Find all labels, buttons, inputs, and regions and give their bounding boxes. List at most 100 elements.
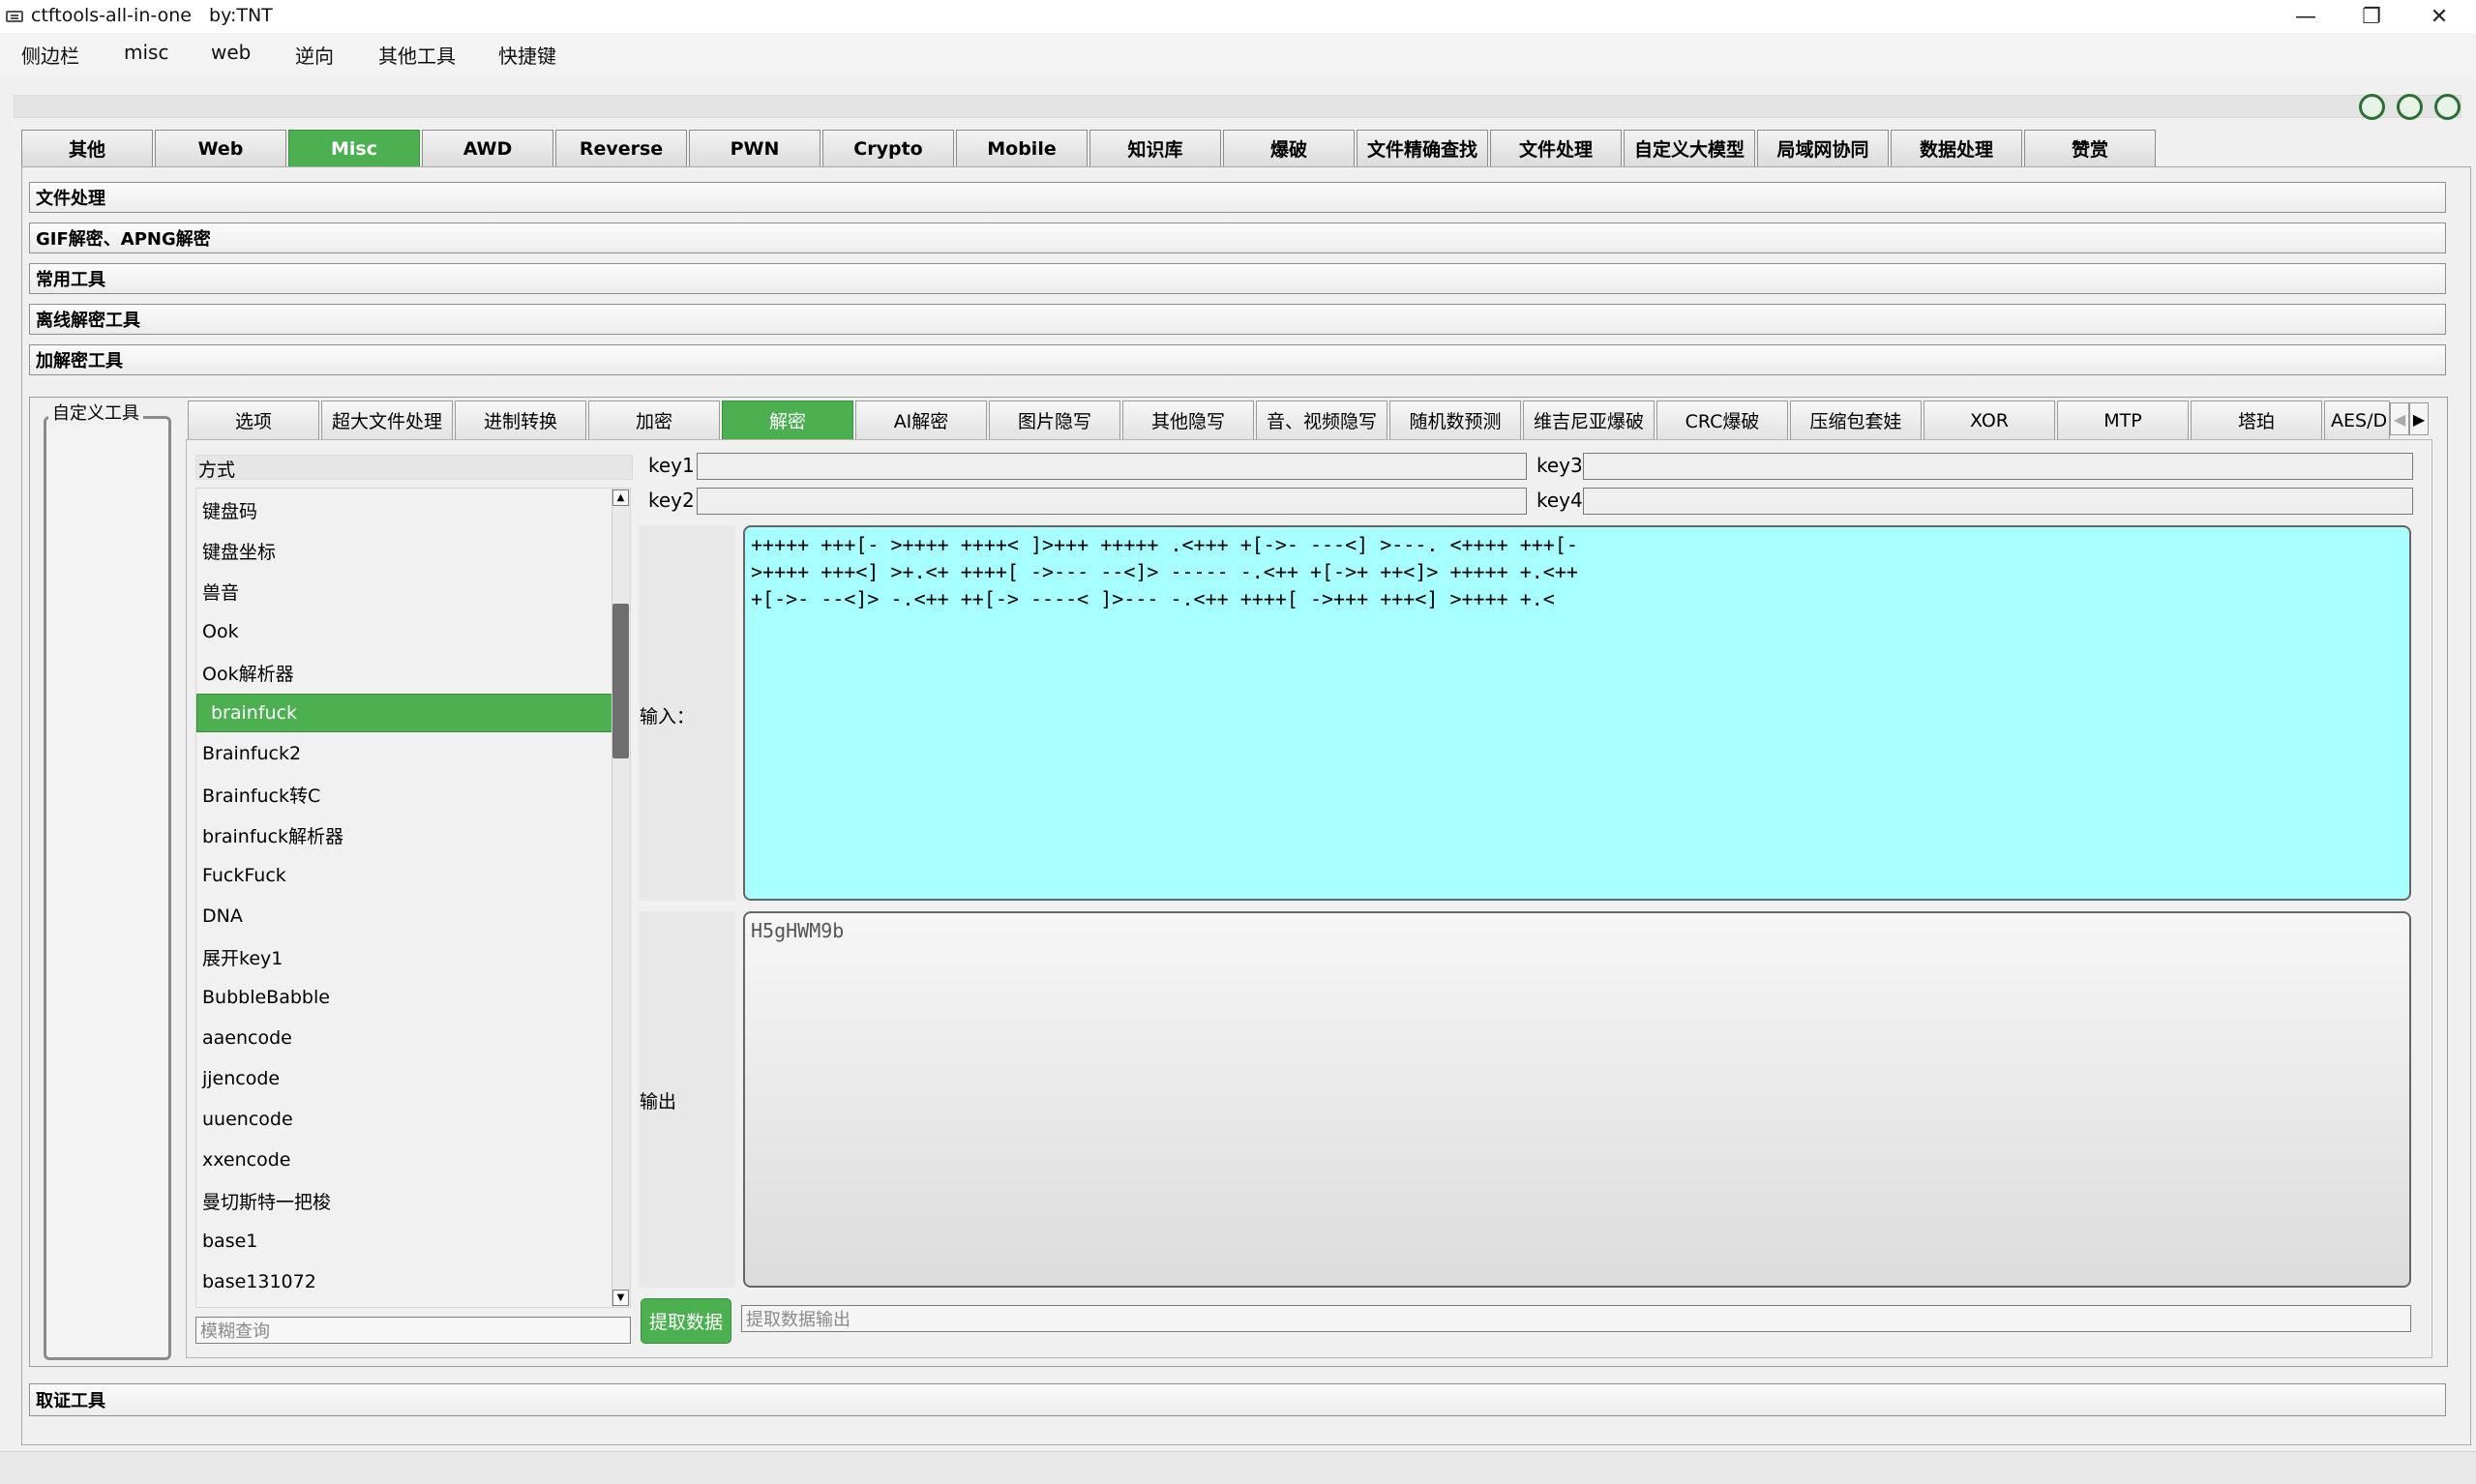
scroll-thumb[interactable] [612, 604, 629, 758]
key3-label: key3 [1536, 454, 1583, 477]
close-button[interactable]: ✕ [2406, 0, 2472, 33]
subtab-vigenere-brute[interactable]: 维吉尼亚爆破 [1523, 401, 1655, 439]
menu-reverse[interactable]: 逆向 [295, 41, 334, 69]
scroll-down-icon[interactable]: ▼ [612, 1290, 629, 1306]
tab-custom-llm[interactable]: 自定义大模型 [1624, 130, 1755, 166]
custom-tools-sidebar [44, 416, 171, 1360]
subtab-xor[interactable]: XOR [1924, 401, 2055, 439]
tab-crypto[interactable]: Crypto [822, 130, 954, 166]
section-encrypt-decrypt[interactable]: 加解密工具 [29, 344, 2446, 375]
subtab-decrypt[interactable]: 解密 [722, 401, 853, 439]
subtab-crc-brute[interactable]: CRC爆破 [1656, 401, 1788, 439]
list-item[interactable]: jjencode [196, 1059, 612, 1098]
output-textarea[interactable]: H5gHWM9b [743, 911, 2411, 1288]
scroll-up-icon[interactable]: ▲ [612, 490, 629, 506]
toolbar-strip [14, 95, 2461, 118]
method-header: 方式 [195, 455, 633, 481]
key4-input[interactable] [1583, 488, 2413, 515]
tab-scroll-right-icon[interactable]: ▶ [2409, 402, 2429, 435]
key2-label: key2 [648, 489, 695, 512]
section-file-processing[interactable]: 文件处理 [29, 182, 2446, 213]
tab-scroll-left-icon[interactable]: ◀ [2390, 402, 2409, 435]
menu-bar [0, 33, 2476, 79]
tab-lan-collab[interactable]: 局域网协同 [1757, 130, 1889, 166]
tab-reverse[interactable]: Reverse [555, 130, 687, 166]
subtab-large-file[interactable]: 超大文件处理 [321, 401, 453, 439]
subtab-mtp[interactable]: MTP [2057, 401, 2189, 439]
subtab-tupper[interactable]: 塔珀 [2191, 401, 2322, 439]
tab-web[interactable]: Web [155, 130, 286, 166]
maximize-button[interactable]: ❐ [2339, 0, 2404, 33]
list-item[interactable]: 曼切斯特一把梭 [196, 1181, 612, 1220]
input-label: 输入： [640, 706, 696, 727]
section-forensics[interactable]: 取证工具 [29, 1383, 2446, 1416]
list-item[interactable]: Brainfuck转C [196, 775, 612, 814]
tab-knowledge-base[interactable]: 知识库 [1089, 130, 1221, 166]
list-item[interactable]: aaencode [196, 1019, 612, 1057]
tab-mobile[interactable]: Mobile [956, 130, 1088, 166]
input-textarea[interactable]: +++++ +++[- >++++ ++++< ]>+++ +++++ .<++… [743, 525, 2411, 901]
section-common-tools[interactable]: 常用工具 [29, 263, 2446, 294]
list-item-selected[interactable]: brainfuck [196, 694, 612, 732]
list-item[interactable]: BubbleBabble [196, 978, 612, 1017]
list-item[interactable]: brainfuck解析器 [196, 816, 612, 854]
tab-pwn[interactable]: PWN [689, 130, 820, 166]
subtab-av-stego[interactable]: 音、视频隐写 [1256, 401, 1387, 439]
subtab-image-stego[interactable]: 图片隐写 [989, 401, 1120, 439]
list-item[interactable]: 兽音 [196, 572, 612, 610]
list-item[interactable]: 键盘坐标 [196, 531, 612, 570]
subtab-base-convert[interactable]: 进制转换 [455, 401, 586, 439]
list-item[interactable]: Ook解析器 [196, 653, 612, 692]
subtab-encrypt[interactable]: 加密 [588, 401, 720, 439]
menu-misc[interactable]: misc [124, 41, 168, 64]
section-offline-decrypt[interactable]: 离线解密工具 [29, 304, 2446, 335]
circle-button-2[interactable] [2397, 94, 2423, 120]
list-item[interactable]: Brainfuck2 [196, 734, 612, 773]
tab-file-search[interactable]: 文件精确查找 [1357, 130, 1488, 166]
list-item[interactable]: Ook [196, 612, 612, 651]
custom-tools-label: 自定义工具 [48, 400, 143, 425]
subtab-zip-nesting[interactable]: 压缩包套娃 [1790, 401, 1922, 439]
fuzzy-search-input[interactable]: 模糊查询 [195, 1317, 631, 1344]
list-item[interactable]: xxencode [196, 1141, 612, 1179]
tab-other[interactable]: 其他 [21, 130, 153, 166]
subtab-options[interactable]: 选项 [188, 401, 319, 439]
key2-input[interactable] [697, 488, 1527, 515]
list-item[interactable]: 展开key1 [196, 937, 612, 976]
extract-data-button[interactable]: 提取数据 [641, 1298, 731, 1344]
title-bar [0, 0, 2476, 33]
section-gif-apng[interactable]: GIF解密、APNG解密 [29, 223, 2446, 253]
list-item[interactable]: base131072 [196, 1262, 612, 1301]
output-label: 输出 [640, 1091, 677, 1113]
subtab-ai-decrypt[interactable]: AI解密 [855, 401, 987, 439]
circle-button-1[interactable] [2359, 94, 2385, 120]
key4-label: key4 [1536, 489, 1583, 512]
list-item[interactable]: base1 [196, 1222, 612, 1261]
tab-bruteforce[interactable]: 爆破 [1223, 130, 1355, 166]
tab-file-processing[interactable]: 文件处理 [1490, 130, 1622, 166]
circle-button-3[interactable] [2434, 94, 2461, 120]
list-item[interactable]: 键盘码 [196, 490, 612, 529]
extract-output-field[interactable]: 提取数据输出 [741, 1305, 2411, 1332]
method-list: 键盘码 键盘坐标 兽音 Ook Ook解析器 brainfuck Brainfu… [195, 488, 631, 1308]
menu-web[interactable]: web [211, 41, 251, 64]
subtab-aes-des[interactable]: AES/D [2324, 401, 2390, 439]
status-bar [0, 1451, 2476, 1484]
list-item[interactable]: FuckFuck [196, 856, 612, 895]
key1-input[interactable] [697, 453, 1527, 480]
minimize-button[interactable]: — [2273, 0, 2339, 33]
window-title: ctftools-all-in-one by:TNT [31, 5, 273, 26]
tab-awd[interactable]: AWD [422, 130, 553, 166]
key3-input[interactable] [1583, 453, 2413, 480]
app-icon [6, 11, 23, 22]
menu-sidebar[interactable]: 侧边栏 [21, 41, 79, 69]
menu-other-tools[interactable]: 其他工具 [378, 41, 456, 69]
menu-shortcuts[interactable]: 快捷键 [498, 41, 556, 69]
list-item[interactable]: uuencode [196, 1100, 612, 1139]
tab-misc[interactable]: Misc [288, 130, 420, 166]
list-item[interactable]: DNA [196, 897, 612, 935]
subtab-random-predict[interactable]: 随机数预测 [1389, 401, 1521, 439]
subtab-other-stego[interactable]: 其他隐写 [1122, 401, 1254, 439]
tab-data-processing[interactable]: 数据处理 [1891, 130, 2022, 166]
tab-donate[interactable]: 赞赏 [2024, 130, 2156, 166]
